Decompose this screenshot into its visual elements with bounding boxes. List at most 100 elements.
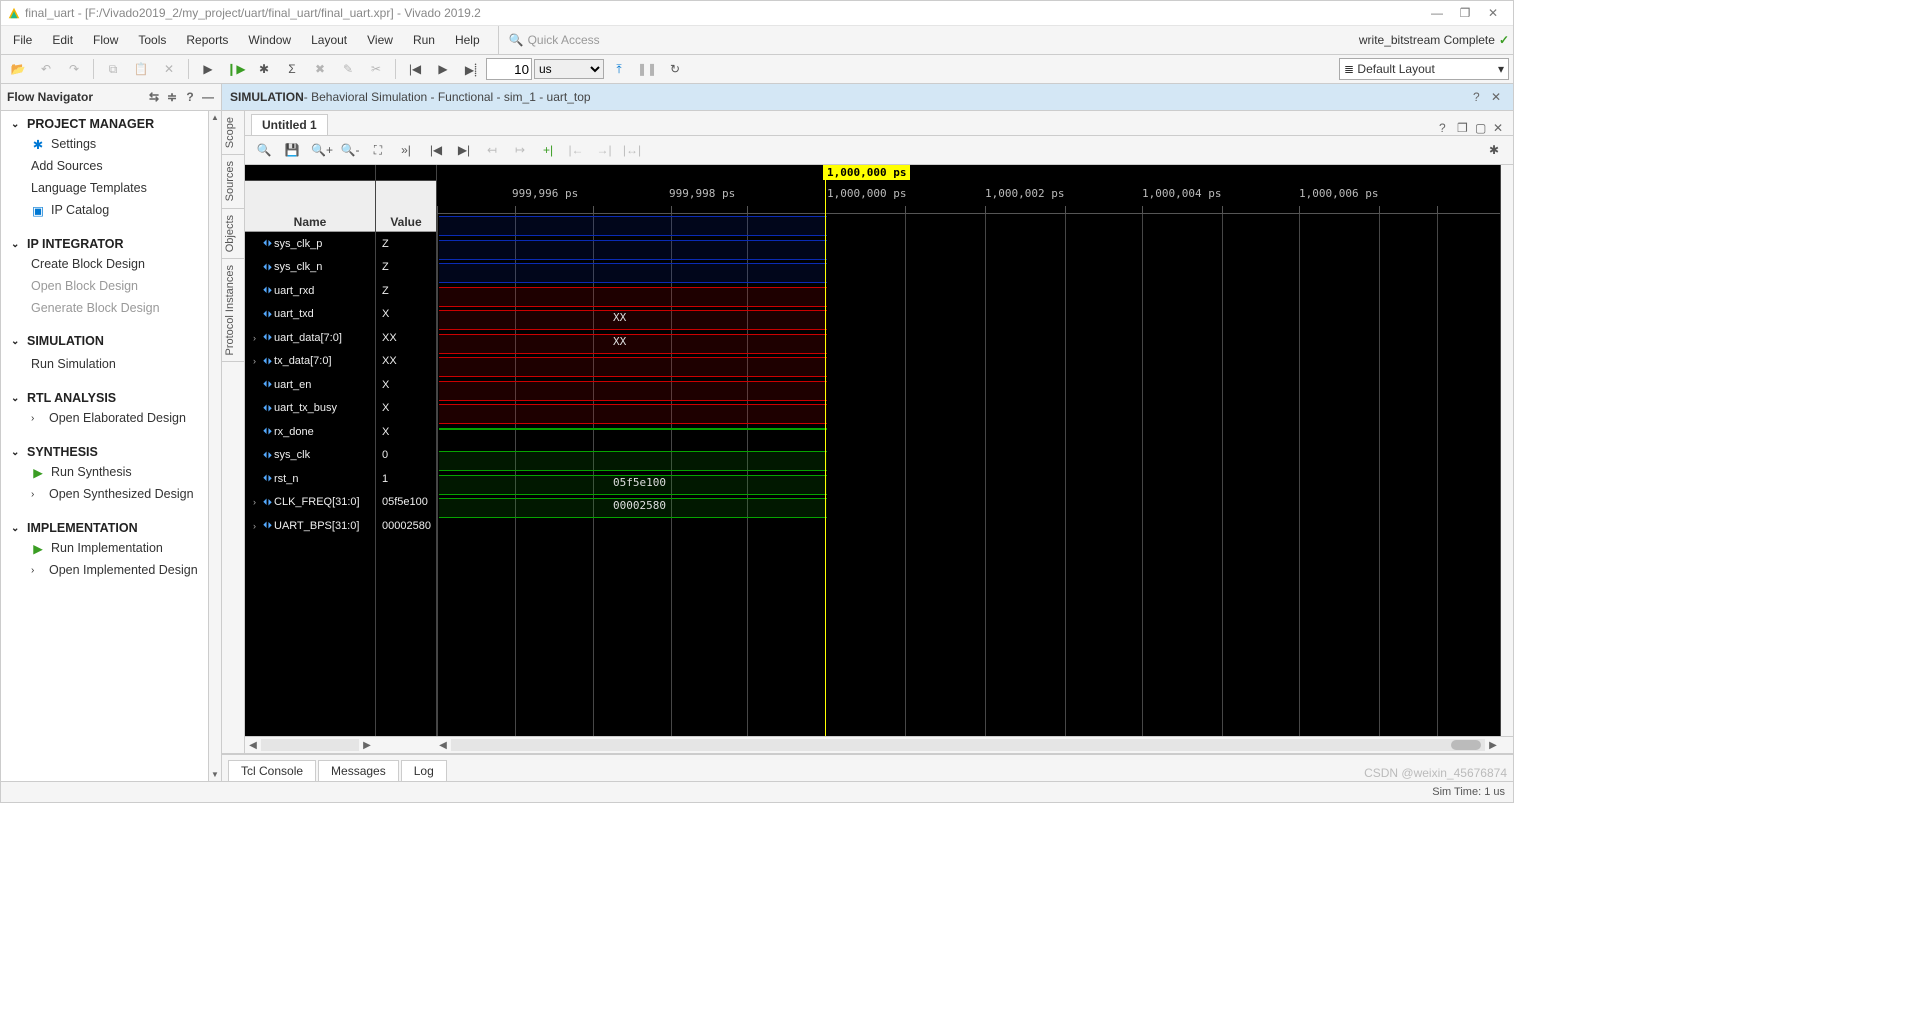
- tab-messages[interactable]: Messages: [318, 760, 399, 781]
- layout-selector[interactable]: ≣ Default Layout ▾: [1339, 58, 1509, 80]
- signal-row[interactable]: ⏴⏵sys_clk_n: [245, 256, 375, 280]
- add-marker-icon[interactable]: +|: [535, 139, 561, 161]
- next-mk-icon[interactable]: →|: [591, 139, 617, 161]
- step-icon[interactable]: ❙▶: [223, 58, 249, 80]
- wave-help-icon[interactable]: ?: [1439, 121, 1453, 135]
- zoom-cursor-icon[interactable]: »|: [393, 139, 419, 161]
- menu-view[interactable]: View: [359, 30, 401, 50]
- zoom-out-icon[interactable]: 🔍-: [337, 139, 363, 161]
- side-tab-scope[interactable]: Scope: [222, 111, 244, 155]
- nav-create-bd[interactable]: Create Block Design: [1, 253, 208, 275]
- signal-row[interactable]: ⏴⏵uart_txd: [245, 303, 375, 327]
- menu-run[interactable]: Run: [405, 30, 443, 50]
- nav-open-elab[interactable]: ›Open Elaborated Design: [1, 407, 208, 429]
- signal-row[interactable]: ⏴⏵uart_tx_busy: [245, 397, 375, 421]
- settings-icon[interactable]: ✱: [251, 58, 277, 80]
- nav-section-pm[interactable]: ⌄PROJECT MANAGER: [1, 111, 208, 133]
- name-hscroll[interactable]: ◀▶: [245, 736, 375, 753]
- delete-icon[interactable]: ✕: [156, 58, 182, 80]
- run-icon[interactable]: ▶: [195, 58, 221, 80]
- wave-tab-untitled[interactable]: Untitled 1: [251, 114, 328, 135]
- signal-row[interactable]: ⏴⏵uart_rxd: [245, 279, 375, 303]
- prev-edge-icon[interactable]: |◀: [423, 139, 449, 161]
- next-edge-icon[interactable]: ▶|: [451, 139, 477, 161]
- restart-icon[interactable]: |◀: [402, 58, 428, 80]
- signal-row[interactable]: ›⏴⏵CLK_FREQ[31:0]: [245, 491, 375, 515]
- copy-icon[interactable]: ⧉: [100, 58, 126, 80]
- nav-lang-templates[interactable]: Language Templates: [1, 177, 208, 199]
- signal-name-column[interactable]: Name ⏴⏵sys_clk_p⏴⏵sys_clk_n⏴⏵uart_rxd⏴⏵u…: [245, 165, 376, 736]
- cancel-icon[interactable]: ✖: [307, 58, 333, 80]
- nav-ip-catalog[interactable]: ▣IP Catalog: [1, 199, 208, 221]
- play-icon[interactable]: ▶: [430, 58, 456, 80]
- nav-open-impl[interactable]: ›Open Implemented Design: [1, 559, 208, 581]
- signal-value-column[interactable]: Value ZZZXXXXXXXX0105f5e10000002580: [376, 165, 437, 736]
- wave-options-icon[interactable]: ✱: [1481, 139, 1507, 161]
- view-close-icon[interactable]: ✕: [1491, 90, 1505, 104]
- wave-max-icon[interactable]: ▢: [1475, 121, 1489, 135]
- signal-row[interactable]: ›⏴⏵tx_data[7:0]: [245, 350, 375, 374]
- side-tab-proto[interactable]: Protocol Instances: [222, 259, 244, 363]
- waveform-view[interactable]: Name ⏴⏵sys_clk_p⏴⏵sys_clk_n⏴⏵uart_rxd⏴⏵u…: [245, 165, 1513, 736]
- wave-vscroll[interactable]: [1500, 165, 1513, 736]
- signal-row[interactable]: ⏴⏵sys_clk: [245, 444, 375, 468]
- nav-run-sim[interactable]: Run Simulation: [1, 353, 208, 375]
- nav-run-synth[interactable]: ▶Run Synthesis: [1, 461, 208, 483]
- open-icon[interactable]: 📂: [5, 58, 31, 80]
- signal-row[interactable]: ⏴⏵rst_n: [245, 467, 375, 491]
- nav-help-icon[interactable]: ?: [183, 90, 197, 104]
- next-tr-icon[interactable]: ↦: [507, 139, 533, 161]
- menu-file[interactable]: File: [5, 30, 40, 50]
- wave-search-icon[interactable]: 🔍: [251, 139, 277, 161]
- signal-row[interactable]: ›⏴⏵UART_BPS[31:0]: [245, 514, 375, 538]
- nav-add-sources[interactable]: Add Sources: [1, 155, 208, 177]
- signal-row[interactable]: ⏴⏵sys_clk_p: [245, 232, 375, 256]
- time-unit-select[interactable]: us: [534, 59, 604, 79]
- run-time-input[interactable]: [486, 58, 532, 80]
- menu-tools[interactable]: Tools: [130, 30, 174, 50]
- signal-row[interactable]: ⏴⏵rx_done: [245, 420, 375, 444]
- undo-icon[interactable]: ↶: [33, 58, 59, 80]
- swap-mk-icon[interactable]: |↔|: [619, 139, 645, 161]
- redo-icon[interactable]: ↷: [61, 58, 87, 80]
- nav-open-synth[interactable]: ›Open Synthesized Design: [1, 483, 208, 505]
- signal-row[interactable]: ›⏴⏵uart_data[7:0]: [245, 326, 375, 350]
- nav-section-syn[interactable]: ⌄SYNTHESIS: [1, 439, 208, 461]
- step-into-icon[interactable]: ⤒: [606, 58, 632, 80]
- play-for-icon[interactable]: ▶⸽: [458, 58, 484, 80]
- prev-mk-icon[interactable]: |←: [563, 139, 589, 161]
- nav-section-sim[interactable]: ⌄SIMULATION: [1, 329, 208, 353]
- relaunch-icon[interactable]: ↻: [662, 58, 688, 80]
- wave-hscroll[interactable]: ◀▶: [435, 736, 1501, 753]
- pause-icon[interactable]: ❚❚: [634, 58, 660, 80]
- paste-icon[interactable]: 📋: [128, 58, 154, 80]
- prev-tr-icon[interactable]: ↤: [479, 139, 505, 161]
- menu-help[interactable]: Help: [447, 30, 488, 50]
- brush-icon[interactable]: ✎: [335, 58, 361, 80]
- nav-pin-icon[interactable]: ≑: [165, 90, 179, 104]
- tab-tcl[interactable]: Tcl Console: [228, 760, 316, 781]
- menu-window[interactable]: Window: [240, 30, 299, 50]
- minimize-button[interactable]: —: [1423, 1, 1451, 25]
- scroll-up-icon[interactable]: ▲: [211, 113, 219, 122]
- wave-close-icon[interactable]: ✕: [1493, 121, 1507, 135]
- menu-flow[interactable]: Flow: [85, 30, 126, 50]
- nav-run-impl[interactable]: ▶Run Implementation: [1, 537, 208, 559]
- zoom-fit-icon[interactable]: ⛶: [365, 139, 391, 161]
- waveform-canvas[interactable]: 1,000,000 ps 999,996 ps999,998 ps1,000,0…: [437, 165, 1500, 736]
- wave-restore-icon[interactable]: ❐: [1457, 121, 1471, 135]
- nav-min-icon[interactable]: —: [201, 90, 215, 104]
- sigma-icon[interactable]: Σ: [279, 58, 305, 80]
- side-tab-objects[interactable]: Objects: [222, 209, 244, 259]
- tab-log[interactable]: Log: [401, 760, 447, 781]
- nav-section-ip[interactable]: ⌄IP INTEGRATOR: [1, 231, 208, 253]
- nav-section-rtl[interactable]: ⌄RTL ANALYSIS: [1, 385, 208, 407]
- signal-row[interactable]: ⏴⏵uart_en: [245, 373, 375, 397]
- quick-access[interactable]: 🔍 Quick Access: [498, 26, 600, 54]
- nav-settings[interactable]: ✱Settings: [1, 133, 208, 155]
- scroll-down-icon[interactable]: ▼: [211, 770, 219, 779]
- nav-section-imp[interactable]: ⌄IMPLEMENTATION: [1, 515, 208, 537]
- menu-layout[interactable]: Layout: [303, 30, 355, 50]
- view-help-icon[interactable]: ?: [1473, 90, 1487, 104]
- menu-edit[interactable]: Edit: [44, 30, 81, 50]
